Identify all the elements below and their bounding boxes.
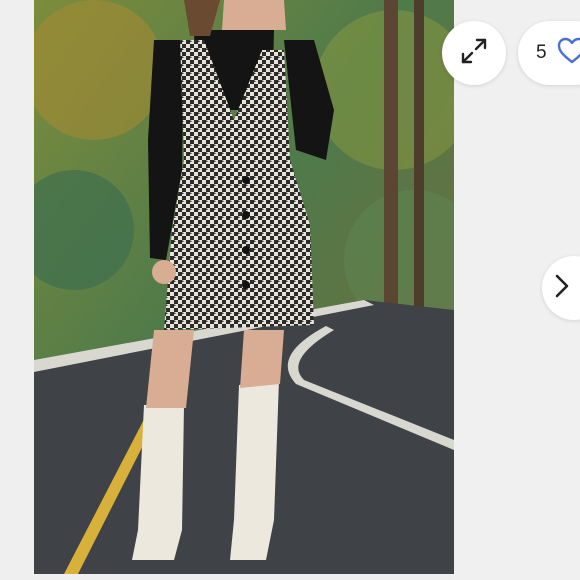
like-button[interactable]: 5 [518,21,580,85]
product-photo[interactable] [34,0,454,574]
expand-arrows-icon [458,35,490,72]
heart-outline-icon [557,37,580,70]
chevron-right-icon [551,272,573,305]
like-count: 5 [536,42,547,63]
expand-button[interactable] [442,21,506,85]
image-viewer: 5 [0,0,580,580]
product-photo-illustration [34,0,454,574]
